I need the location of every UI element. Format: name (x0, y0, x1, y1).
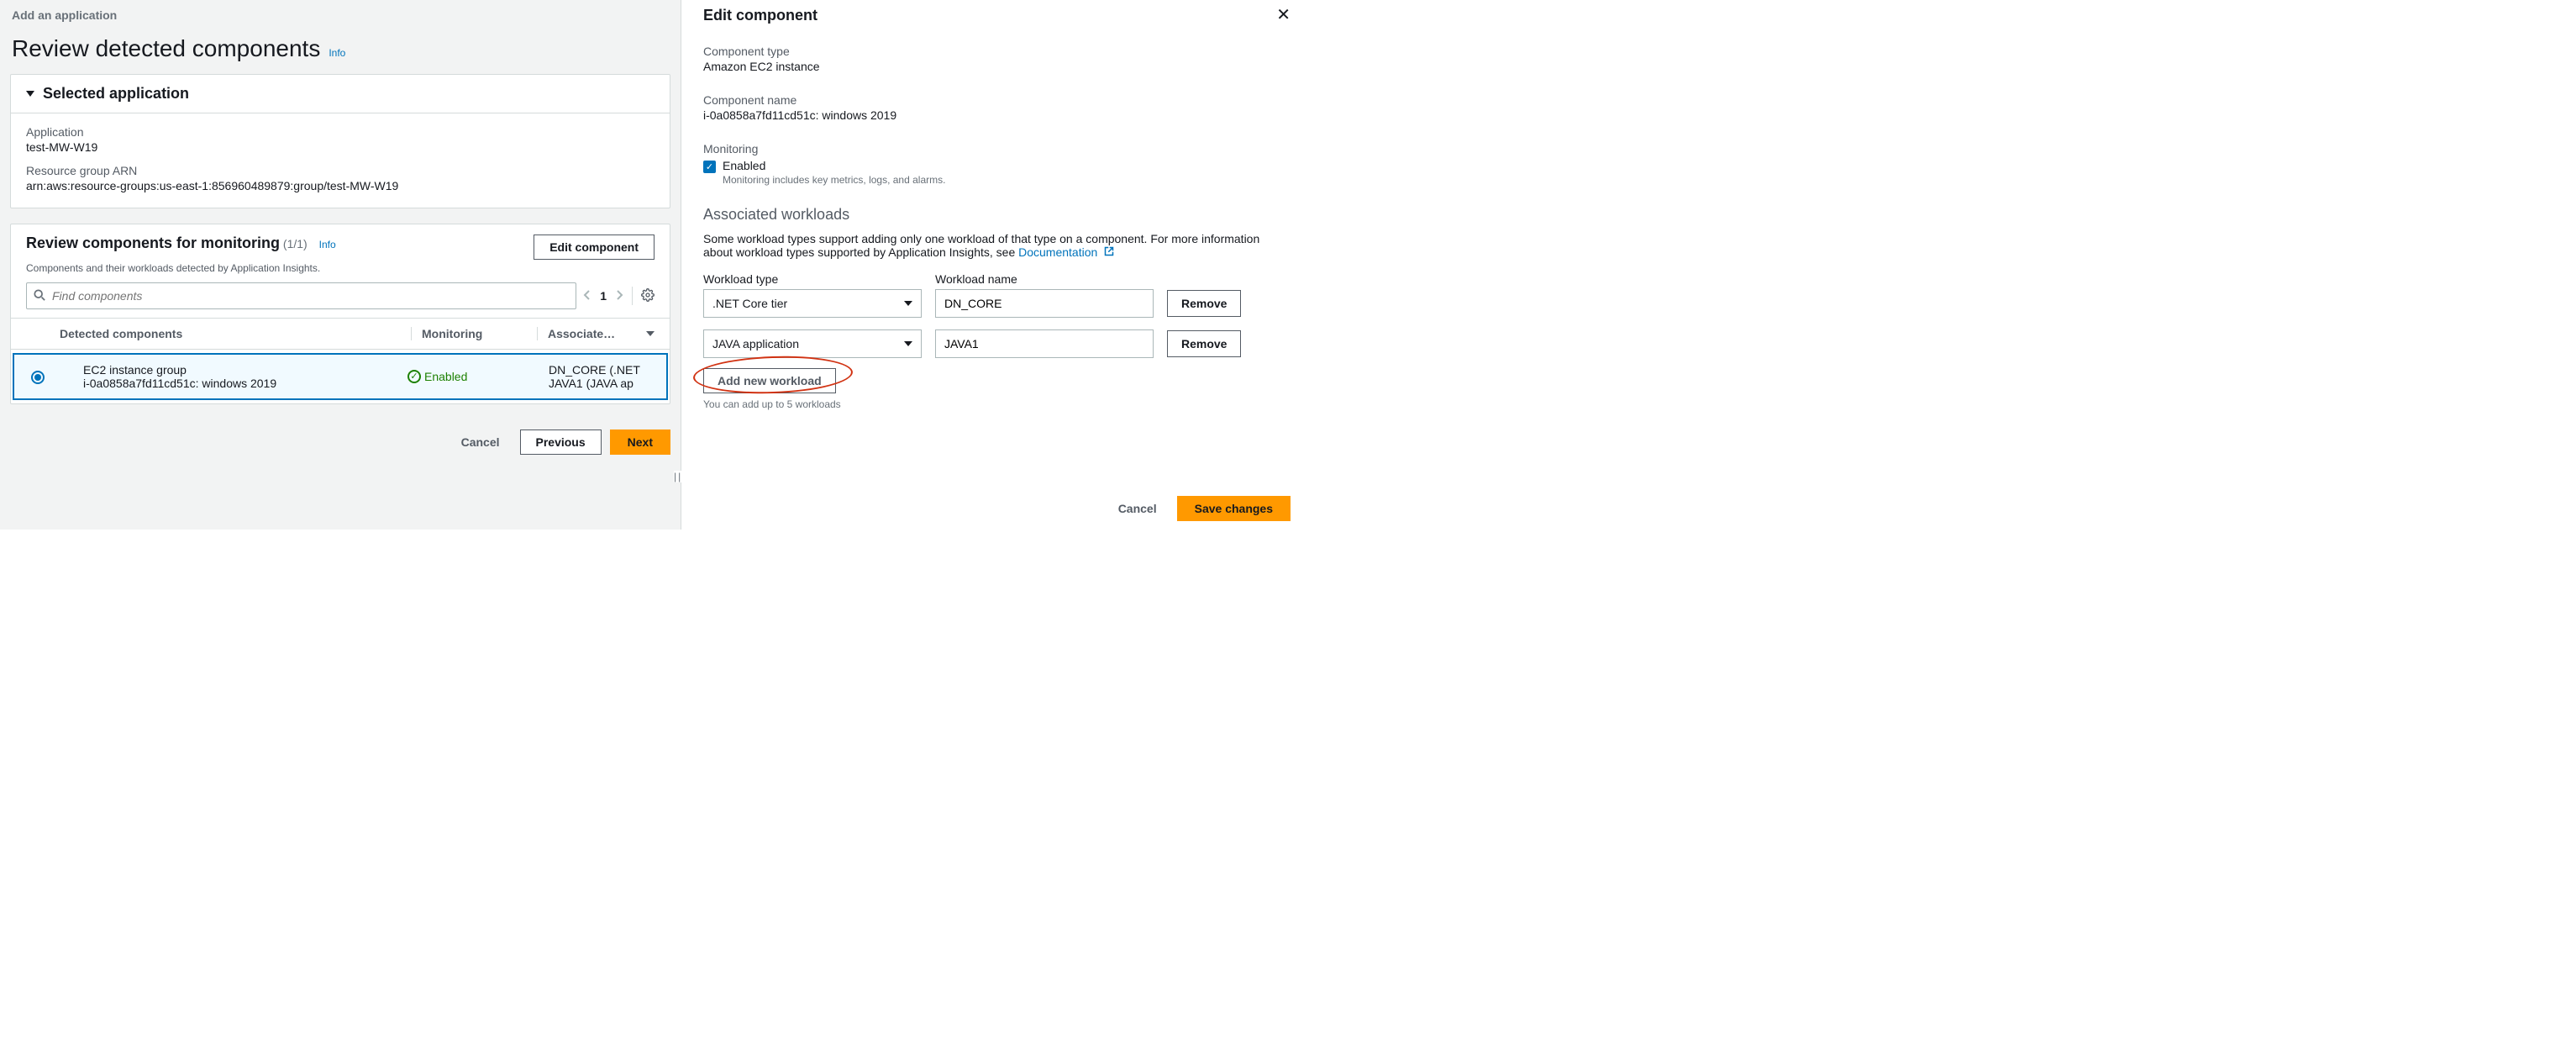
selected-application-title: Selected application (43, 85, 189, 103)
selected-application-header[interactable]: Selected application (11, 75, 670, 113)
monitoring-enabled-text: Enabled (723, 159, 945, 172)
chevron-down-icon (904, 341, 912, 346)
review-title: Review components for monitoring (26, 235, 280, 251)
column-header-associated[interactable]: Associate… (537, 327, 655, 340)
breadcrumb: Add an application (0, 7, 681, 30)
review-components-card: Review components for monitoring (1/1) I… (10, 224, 670, 404)
external-link-icon (1101, 245, 1114, 259)
add-workload-hint: You can add up to 5 workloads (703, 398, 1291, 410)
save-changes-button[interactable]: Save changes (1177, 496, 1291, 521)
search-input[interactable] (50, 288, 569, 303)
associated-workloads-cell: DN_CORE (.NET JAVA1 (JAVA ap (534, 363, 651, 390)
review-count: (1/1) (283, 237, 308, 250)
monitoring-sub-text: Monitoring includes key metrics, logs, a… (723, 174, 945, 186)
resource-group-arn-label: Resource group ARN (26, 164, 655, 177)
edit-component-panel: || Edit component ✕ Component type Amazo… (681, 0, 1312, 530)
cancel-button[interactable]: Cancel (449, 430, 512, 455)
pager-next-icon[interactable] (615, 289, 623, 303)
selected-application-card: Selected application Application test-MW… (10, 74, 670, 208)
component-name-label: Component name (703, 93, 1291, 107)
component-type-label: Component type (703, 45, 1291, 58)
wizard-left-pane: Add an application Review detected compo… (0, 0, 681, 530)
search-box[interactable] (26, 282, 576, 309)
table-row[interactable]: EC2 instance group i-0a0858a7fd11cd51c: … (13, 353, 668, 400)
page-info-link[interactable]: Info (329, 47, 345, 59)
page-title: Review detected components (12, 35, 320, 62)
row-radio[interactable] (31, 371, 45, 384)
pager-prev-icon[interactable] (583, 289, 591, 303)
monitoring-status: Enabled (424, 370, 467, 383)
panel-cancel-button[interactable]: Cancel (1107, 496, 1169, 521)
monitoring-label: Monitoring (703, 142, 1291, 155)
resize-handle-icon[interactable]: || (674, 471, 682, 482)
workload-type-select[interactable]: .NET Core tier (703, 289, 922, 318)
component-name-value: i-0a0858a7fd11cd51c: windows 2019 (703, 108, 1291, 122)
remove-workload-button[interactable]: Remove (1167, 330, 1241, 357)
add-new-workload-button[interactable]: Add new workload (703, 368, 836, 393)
chevron-down-icon (26, 91, 34, 97)
panel-title: Edit component (703, 7, 817, 24)
associated-workloads-heading: Associated workloads (703, 206, 1291, 224)
review-info-link[interactable]: Info (319, 239, 336, 250)
column-header-detected[interactable]: Detected components (60, 327, 411, 340)
column-header-monitoring[interactable]: Monitoring (411, 327, 537, 340)
close-icon[interactable]: ✕ (1276, 7, 1291, 24)
next-button[interactable]: Next (610, 430, 670, 455)
component-type-value: Amazon EC2 instance (703, 60, 1291, 73)
component-sub: i-0a0858a7fd11cd51c: windows 2019 (83, 377, 407, 390)
workload-row: .NET Core tier Remove (703, 289, 1291, 318)
workload-type-header: Workload type (703, 272, 922, 286)
workload-name-input[interactable] (935, 329, 1154, 358)
application-value: test-MW-W19 (26, 140, 655, 154)
documentation-link[interactable]: Documentation (1018, 245, 1097, 259)
workload-name-header: Workload name (935, 272, 1154, 286)
application-label: Application (26, 125, 655, 139)
workload-name-input[interactable] (935, 289, 1154, 318)
workload-type-select[interactable]: JAVA application (703, 329, 922, 358)
monitoring-checkbox[interactable]: ✓ (703, 161, 716, 173)
remove-workload-button[interactable]: Remove (1167, 290, 1241, 317)
check-circle-icon: ✓ (407, 370, 421, 383)
table-header-row: Detected components Monitoring Associate… (11, 318, 670, 350)
pager: 1 (583, 287, 655, 305)
workload-row: JAVA application Remove (703, 329, 1291, 358)
gear-icon[interactable] (641, 288, 655, 304)
search-icon (34, 289, 45, 303)
review-subtitle: Components and their workloads detected … (11, 260, 670, 282)
component-name: EC2 instance group (83, 363, 407, 377)
chevron-down-icon (904, 301, 912, 306)
edit-component-button[interactable]: Edit component (534, 235, 655, 260)
associated-workloads-description: Some workload types support adding only … (703, 232, 1291, 259)
sort-caret-icon (646, 331, 655, 336)
previous-button[interactable]: Previous (520, 430, 602, 455)
resource-group-arn-value: arn:aws:resource-groups:us-east-1:856960… (26, 179, 655, 192)
pager-page-number: 1 (600, 289, 607, 303)
